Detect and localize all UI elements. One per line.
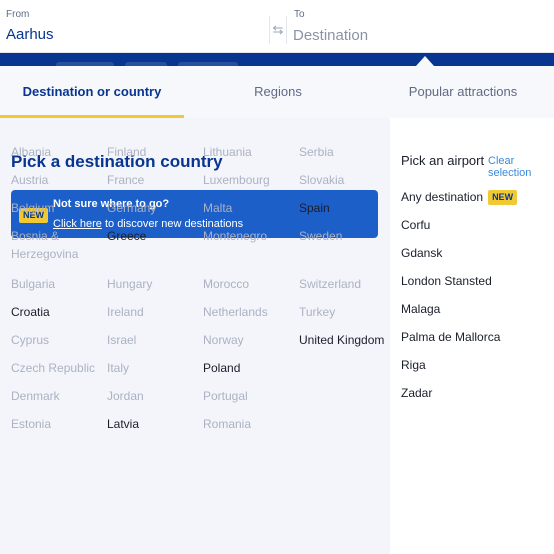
airport-item[interactable]: Gdansk: [401, 246, 442, 260]
airport-item[interactable]: Malaga: [401, 302, 440, 316]
airport-name: Corfu: [401, 218, 431, 232]
country-item: Finland: [107, 145, 147, 159]
airport-name: Riga: [401, 358, 426, 372]
airport-item[interactable]: London Stansted: [401, 274, 492, 288]
country-item: Hungary: [107, 277, 153, 291]
country-item: Jordan: [107, 389, 144, 403]
airport-name: Zadar: [401, 386, 433, 400]
country-picker: Pick a destination country NEW Not sure …: [0, 118, 390, 554]
country-item: Bulgaria: [11, 277, 56, 291]
from-field[interactable]: From Aarhus: [0, 0, 270, 52]
tab-destination-or-country[interactable]: Destination or country: [0, 66, 184, 118]
country-item: Serbia: [299, 145, 334, 159]
airport-name: Any destination: [401, 190, 484, 204]
country-item: Slovakia: [299, 173, 345, 187]
airport-item[interactable]: Corfu: [401, 218, 430, 232]
country-item: Malta: [203, 201, 233, 215]
country-item: Romania: [203, 417, 252, 431]
country-item: Denmark: [11, 389, 60, 403]
airport-name: Malaga: [401, 302, 441, 316]
country-item: Portugal: [203, 389, 248, 403]
country-item: Albania: [11, 145, 52, 159]
country-item: Norway: [203, 333, 244, 347]
dropdown-pointer: [416, 56, 434, 66]
country-item: Austria: [11, 173, 49, 187]
country-item[interactable]: Poland: [203, 359, 293, 377]
country-item: Montenegro: [203, 229, 268, 243]
swap-icon[interactable]: ⇆: [269, 16, 287, 44]
from-value[interactable]: Aarhus: [6, 26, 54, 43]
tab-regions[interactable]: Regions: [184, 66, 372, 118]
country-item: Sweden: [299, 229, 343, 243]
country-item[interactable]: Spain: [299, 199, 389, 217]
country-item: Belgium: [11, 201, 55, 215]
airport-item[interactable]: Any destination NEW: [401, 190, 518, 205]
new-badge: NEW: [488, 190, 518, 205]
country-item: Cyprus: [11, 333, 50, 347]
clear-selection-link[interactable]: Clear selection: [488, 155, 554, 179]
country-item[interactable]: Greece: [107, 227, 197, 245]
country-item: Morocco: [203, 277, 250, 291]
country-item: France: [107, 173, 145, 187]
country-item: Estonia: [11, 417, 52, 431]
country-item: Netherlands: [203, 305, 268, 319]
airport-item[interactable]: Zadar: [401, 386, 432, 400]
from-label: From: [6, 9, 30, 20]
airport-name: Palma de Mallorca: [401, 330, 501, 344]
country-item: Bosnia & Herzegovina: [11, 229, 79, 261]
to-label: To: [294, 9, 305, 20]
airport-item[interactable]: Palma de Mallorca: [401, 330, 500, 344]
tab-popular-attractions[interactable]: Popular attractions: [372, 66, 554, 118]
airport-name: London Stansted: [401, 274, 492, 288]
country-item: Switzerland: [299, 277, 362, 291]
airport-name: Gdansk: [401, 246, 443, 260]
country-item: Germany: [107, 201, 157, 215]
search-header: From Aarhus ⇆ To: [0, 0, 554, 53]
tab-bar: Destination or country Regions Popular a…: [0, 66, 554, 118]
country-item[interactable]: Croatia: [11, 303, 101, 321]
destination-input[interactable]: [293, 24, 543, 46]
country-item: Czech Republic: [11, 361, 96, 375]
country-item[interactable]: United Kingdom: [299, 331, 389, 349]
country-item: Turkey: [299, 305, 336, 319]
country-item: Lithuania: [203, 145, 252, 159]
country-item: Italy: [107, 361, 130, 375]
country-item: Luxembourg: [203, 173, 270, 187]
airport-picker-title: Pick an airport: [401, 153, 485, 168]
country-item[interactable]: Latvia: [107, 415, 197, 433]
country-item: Ireland: [107, 305, 144, 319]
to-field[interactable]: To: [287, 0, 554, 52]
airport-picker: Pick an airport Clear selection Any dest…: [390, 118, 554, 554]
airport-item[interactable]: Riga: [401, 358, 426, 372]
country-item: Israel: [107, 333, 137, 347]
